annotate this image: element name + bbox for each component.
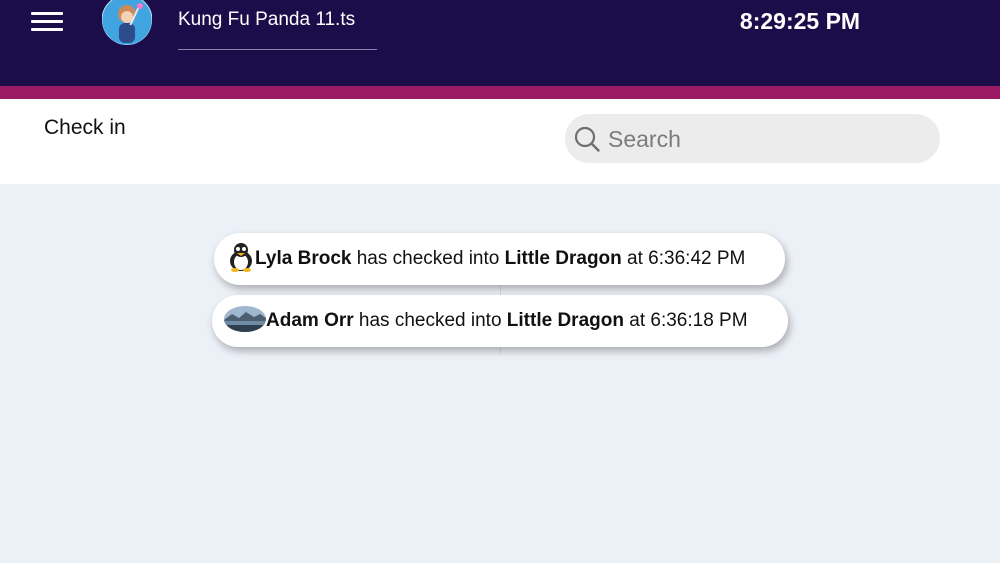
checkin-notification[interactable]: Lyla Brock has checked into Little Drago… (214, 233, 785, 285)
menu-icon[interactable] (31, 12, 63, 32)
search-icon (574, 126, 600, 152)
accent-stripe (0, 86, 1000, 99)
clock: 8:29:25 PM (739, 8, 861, 34)
top-app-bar: Kung Fu Panda 11.ts 8:29:25 PM (0, 0, 1000, 86)
checkin-time: at 6:36:42 PM (621, 248, 746, 269)
checkin-user-name[interactable]: Lyla Brock (255, 248, 351, 269)
checkin-place[interactable]: Little Dragon (505, 248, 622, 269)
checkin-place[interactable]: Little Dragon (507, 310, 624, 331)
page-title: Check in (44, 116, 126, 139)
document-title: Kung Fu Panda 11.ts (178, 8, 377, 50)
search-box[interactable] (565, 114, 940, 163)
page-header: Check in (0, 99, 1000, 184)
search-input[interactable] (606, 122, 930, 156)
landscape-photo-icon (224, 305, 266, 332)
checkin-text: has checked into (353, 310, 507, 331)
checkin-time: at 6:36:18 PM (623, 310, 748, 331)
checkin-text: has checked into (351, 248, 505, 269)
checkin-user-name[interactable]: Adam Orr (266, 310, 354, 331)
user-avatar[interactable] (102, 0, 152, 45)
penguin-icon (230, 242, 252, 272)
checkin-notification[interactable]: Adam Orr has checked into Little Dragon … (212, 295, 788, 347)
